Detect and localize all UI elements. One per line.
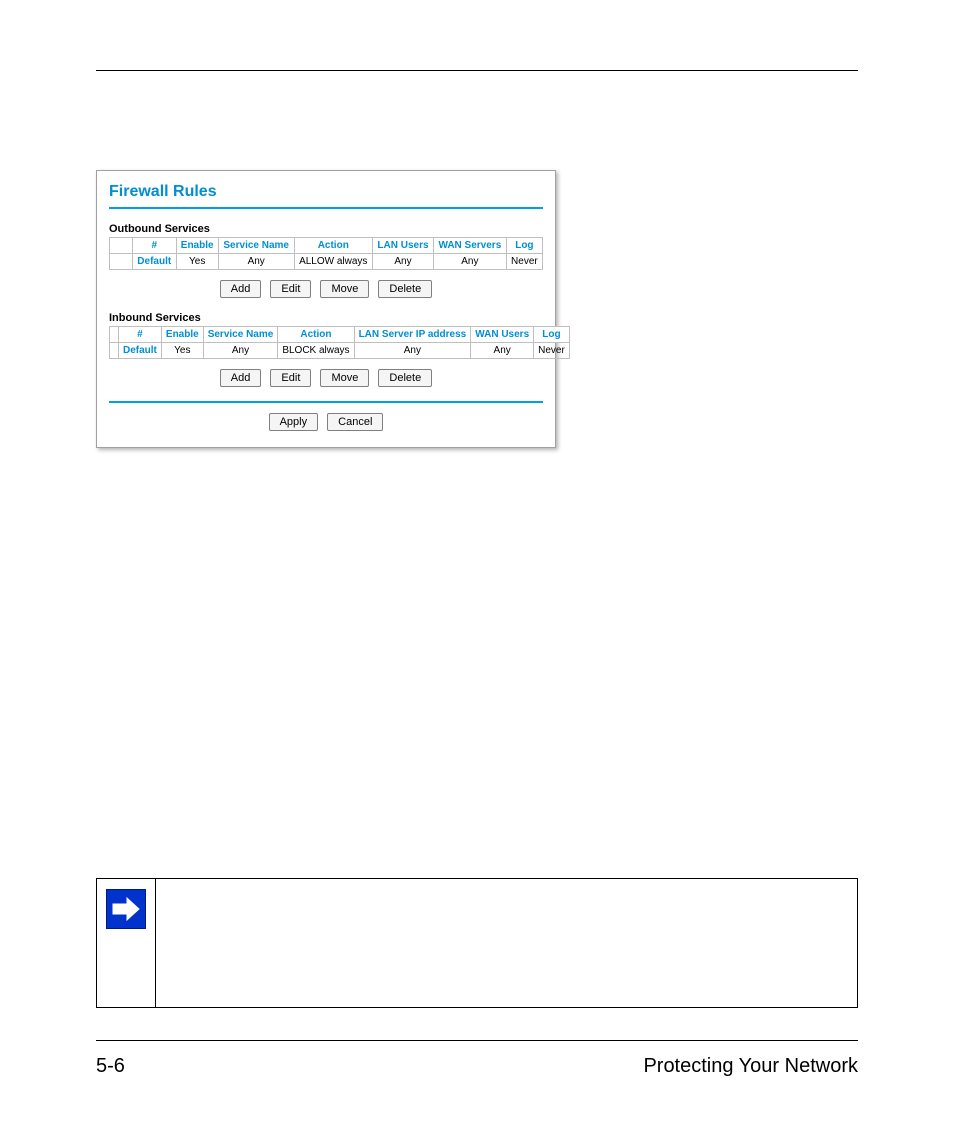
outbound-services-label: Outbound Services — [109, 223, 543, 235]
divider — [109, 401, 543, 403]
cell-log: Never — [506, 254, 542, 270]
cell-action: ALLOW always — [294, 254, 372, 270]
cancel-button[interactable]: Cancel — [327, 413, 383, 431]
bottom-rule — [96, 1040, 858, 1041]
divider — [109, 207, 543, 209]
col-wan-servers: WAN Servers — [433, 238, 506, 254]
cell-action: BLOCK always — [278, 343, 354, 359]
col-log: Log — [506, 238, 542, 254]
form-button-row: Apply Cancel — [109, 413, 543, 431]
cell-number[interactable]: Default — [133, 254, 177, 270]
col-action: Action — [278, 327, 354, 343]
col-select — [110, 238, 133, 254]
cell-lan-users: Any — [372, 254, 433, 270]
cell-enable: Yes — [176, 254, 218, 270]
panel-title: Firewall Rules — [109, 183, 543, 201]
col-service-name: Service Name — [203, 327, 278, 343]
top-rule — [96, 70, 858, 71]
col-action: Action — [294, 238, 372, 254]
outbound-button-row: Add Edit Move Delete — [109, 280, 543, 298]
arrow-right-icon — [106, 889, 146, 929]
cell-service-name: Any — [203, 343, 278, 359]
inbound-button-row: Add Edit Move Delete — [109, 369, 543, 387]
col-number: # — [119, 327, 162, 343]
col-log: Log — [534, 327, 570, 343]
col-number: # — [133, 238, 177, 254]
col-wan-users: WAN Users — [471, 327, 534, 343]
add-button[interactable]: Add — [220, 280, 262, 298]
add-button[interactable]: Add — [220, 369, 262, 387]
col-lan-ip: LAN Server IP address — [354, 327, 471, 343]
page-number: 5-6 — [96, 1055, 125, 1078]
move-button[interactable]: Move — [320, 369, 369, 387]
apply-button[interactable]: Apply — [269, 413, 319, 431]
cell-enable: Yes — [161, 343, 203, 359]
inbound-services-table: # Enable Service Name Action LAN Server … — [109, 326, 570, 359]
col-enable: Enable — [161, 327, 203, 343]
cell-log: Never — [534, 343, 570, 359]
note-box — [96, 878, 858, 1008]
col-enable: Enable — [176, 238, 218, 254]
note-icon-cell — [97, 879, 156, 1008]
cell-select[interactable] — [110, 343, 119, 359]
delete-button[interactable]: Delete — [378, 280, 432, 298]
col-select — [110, 327, 119, 343]
move-button[interactable]: Move — [320, 280, 369, 298]
cell-number[interactable]: Default — [119, 343, 162, 359]
note-text-cell — [156, 879, 858, 1008]
delete-button[interactable]: Delete — [378, 369, 432, 387]
firewall-rules-panel: Firewall Rules Outbound Services # Enabl… — [96, 170, 556, 448]
cell-select[interactable] — [110, 254, 133, 270]
outbound-services-table: # Enable Service Name Action LAN Users W… — [109, 237, 543, 270]
edit-button[interactable]: Edit — [270, 280, 311, 298]
cell-lan-ip: Any — [354, 343, 471, 359]
table-row[interactable]: Default Yes Any BLOCK always Any Any Nev… — [110, 343, 570, 359]
inbound-services-label: Inbound Services — [109, 312, 543, 324]
col-lan-users: LAN Users — [372, 238, 433, 254]
cell-wan-servers: Any — [433, 254, 506, 270]
cell-wan-users: Any — [471, 343, 534, 359]
cell-service-name: Any — [218, 254, 294, 270]
col-service-name: Service Name — [218, 238, 294, 254]
edit-button[interactable]: Edit — [270, 369, 311, 387]
table-row[interactable]: Default Yes Any ALLOW always Any Any Nev… — [110, 254, 543, 270]
section-title: Protecting Your Network — [643, 1055, 858, 1078]
